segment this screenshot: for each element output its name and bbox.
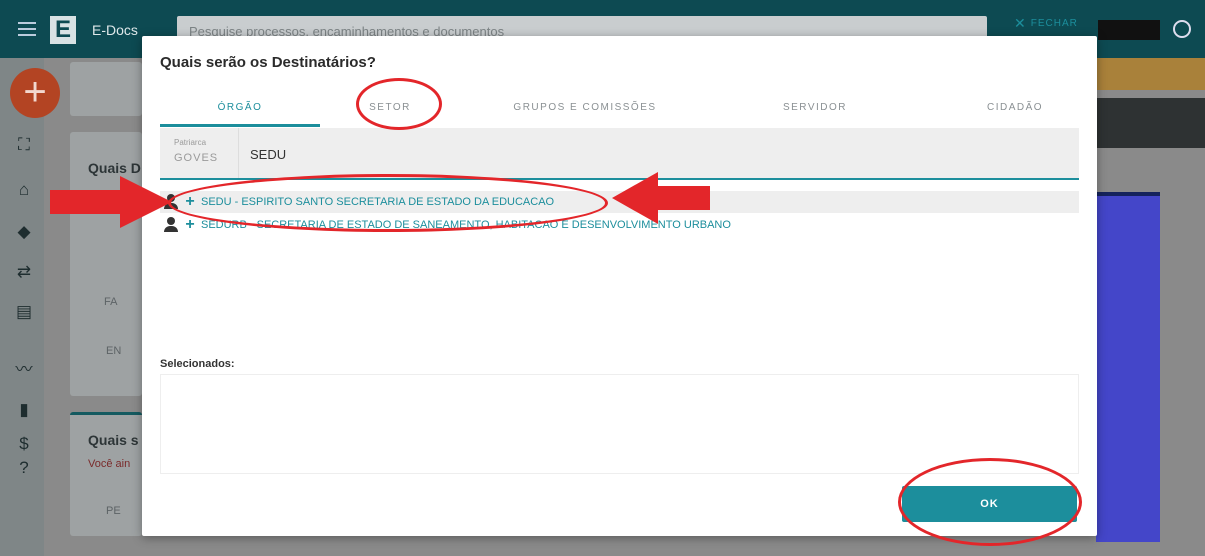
background-blue-panel	[1096, 196, 1160, 542]
filter-divider	[238, 128, 239, 178]
bar-chart-icon[interactable]: ▮	[14, 400, 34, 420]
annotation-circle-sedu	[168, 174, 608, 232]
annotation-arrow-right	[50, 176, 172, 228]
annotation-circle-setor	[356, 78, 442, 130]
app-name: E-Docs	[92, 22, 138, 38]
document-icon[interactable]: ▤	[14, 302, 34, 322]
redacted-user-name	[1098, 20, 1160, 40]
dialog-title: Quais serão os Destinatários?	[160, 54, 376, 71]
background-card-3	[70, 412, 142, 536]
selected-label: Selecionados:	[160, 358, 235, 370]
background-toolbar	[1096, 98, 1205, 148]
close-button[interactable]: ✕ FECHAR	[1014, 12, 1094, 34]
tab-grupos-comissoes[interactable]: GRUPOS E COMISSÕES	[500, 88, 670, 126]
background-button-2: EN	[106, 345, 122, 357]
annotation-arrow-left	[612, 172, 710, 224]
close-button-label: FECHAR	[1030, 17, 1078, 29]
help-icon[interactable]: ?	[14, 458, 34, 478]
history-icon[interactable]	[1173, 20, 1191, 38]
tab-servidor[interactable]: SERVIDOR	[760, 88, 870, 126]
expand-icon[interactable]: ⛶	[14, 135, 34, 155]
swap-icon[interactable]: ⇄	[14, 262, 34, 282]
close-icon: ✕	[1014, 14, 1027, 31]
recipient-type-tabs: ÓRGÃO SETOR GRUPOS E COMISSÕES SERVIDOR …	[160, 88, 1079, 127]
active-tab-indicator	[160, 124, 320, 127]
background-card-3-subtitle: Você ain	[88, 458, 131, 470]
new-button[interactable]: +	[10, 68, 60, 118]
background-button-1: FA	[104, 296, 118, 308]
tab-orgao[interactable]: ÓRGÃO	[160, 88, 320, 126]
trend-icon[interactable]: 〰	[14, 360, 34, 380]
add-icon[interactable]: +	[183, 217, 197, 233]
app-logo: E	[50, 16, 76, 44]
annotation-circle-ok	[898, 458, 1082, 546]
menu-icon[interactable]	[18, 22, 36, 36]
background-card-2-title: Quais D	[88, 160, 141, 176]
tab-cidadao[interactable]: CIDADÃO	[960, 88, 1070, 126]
patriarca-select[interactable]: GOVES	[174, 152, 218, 164]
home-icon[interactable]: ⌂	[14, 180, 34, 200]
tag-icon[interactable]: ◆	[14, 222, 34, 242]
patriarca-label: Patriarca	[174, 138, 207, 147]
selected-list	[160, 374, 1079, 474]
background-orange-bar	[1096, 58, 1205, 90]
background-button-3: PE	[106, 505, 121, 517]
organization-search-input[interactable]	[250, 142, 1050, 166]
background-card-1	[70, 62, 142, 116]
dollar-icon[interactable]: $	[14, 434, 34, 454]
background-card-3-title: Quais s	[88, 432, 139, 448]
